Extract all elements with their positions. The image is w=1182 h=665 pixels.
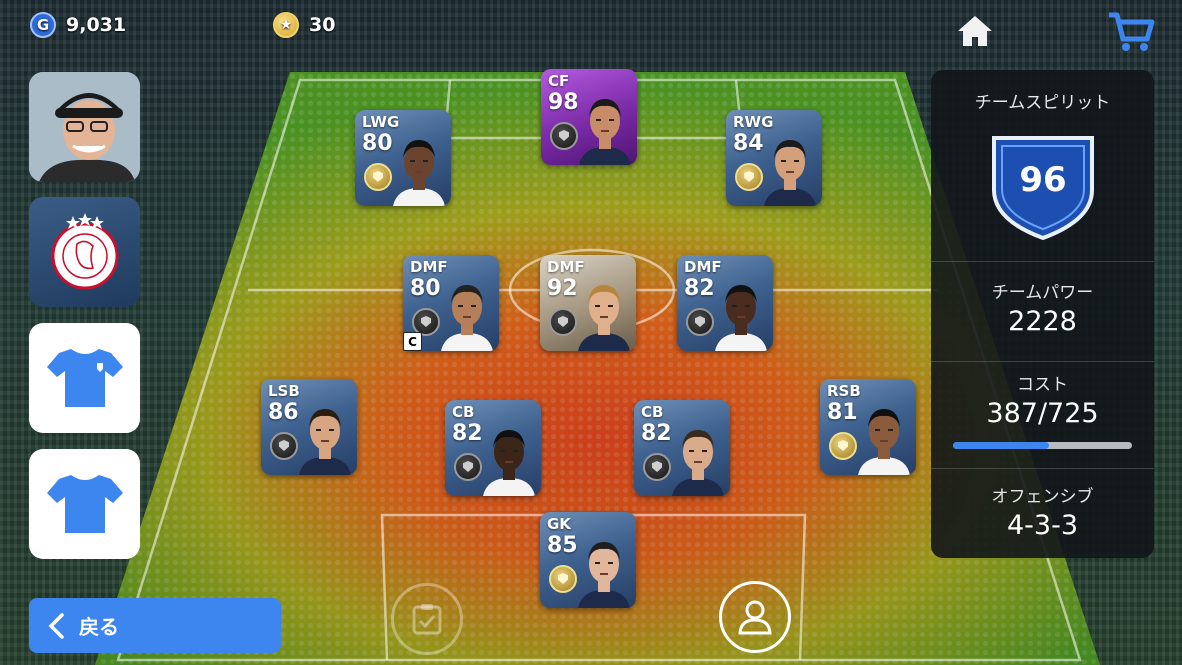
ajax-emblem-icon bbox=[51, 213, 118, 290]
player-position: CB bbox=[641, 403, 664, 421]
player-rating: 80 bbox=[410, 276, 441, 301]
away-kit-card[interactable] bbox=[29, 449, 140, 559]
player-rating: 84 bbox=[733, 131, 764, 156]
player-position: GK bbox=[547, 515, 571, 533]
player-rating: 98 bbox=[548, 90, 579, 115]
black-ball-icon bbox=[549, 308, 577, 336]
player-position: CB bbox=[452, 403, 475, 421]
coin-amount: 30 bbox=[309, 14, 336, 36]
player-card[interactable]: DMF 82 bbox=[677, 255, 773, 351]
player-card[interactable]: DMF 92 bbox=[540, 255, 636, 351]
player-portrait bbox=[299, 409, 351, 475]
player-rating: 82 bbox=[684, 276, 715, 301]
black-ball-icon bbox=[686, 308, 714, 336]
team-power-value: 2228 bbox=[1008, 306, 1077, 337]
player-card[interactable]: RSB 81 bbox=[820, 379, 916, 475]
player-position: CF bbox=[548, 72, 570, 90]
player-portrait bbox=[579, 99, 631, 165]
player-portrait bbox=[672, 430, 724, 496]
player-position: RWG bbox=[733, 113, 774, 131]
gold-ball-icon bbox=[364, 163, 392, 191]
black-ball-icon bbox=[550, 122, 578, 150]
player-position: DMF bbox=[684, 258, 722, 276]
player-portrait bbox=[764, 140, 816, 206]
player-card[interactable]: RWG 84 bbox=[726, 110, 822, 206]
manager-card[interactable] bbox=[29, 72, 140, 182]
player-rating: 82 bbox=[641, 421, 672, 446]
player-portrait bbox=[483, 430, 535, 496]
divider bbox=[931, 468, 1154, 469]
player-position: DMF bbox=[547, 258, 585, 276]
gold-ball-icon bbox=[829, 432, 857, 460]
cart-icon[interactable] bbox=[1106, 10, 1156, 58]
player-portrait bbox=[393, 140, 445, 206]
manager-portrait bbox=[29, 72, 140, 182]
player-card[interactable]: LWG 80 bbox=[355, 110, 451, 206]
team-spirit-shield: 96 bbox=[990, 134, 1096, 241]
divider bbox=[931, 261, 1154, 262]
gold-ball-icon bbox=[549, 565, 577, 593]
player-position: RSB bbox=[827, 382, 861, 400]
person-icon bbox=[738, 600, 772, 635]
player-rating: 82 bbox=[452, 421, 483, 446]
player-position: LSB bbox=[268, 382, 300, 400]
divider bbox=[931, 361, 1154, 362]
player-position: DMF bbox=[410, 258, 448, 276]
player-rating: 81 bbox=[827, 400, 858, 425]
gp-counter: G 9,031 bbox=[30, 12, 126, 38]
star-coin-icon: ★ bbox=[273, 12, 299, 38]
chevron-left-icon bbox=[48, 612, 64, 639]
player-portrait bbox=[578, 285, 630, 351]
black-ball-icon bbox=[643, 453, 671, 481]
cost-progress-fill bbox=[953, 442, 1049, 449]
player-portrait bbox=[858, 409, 910, 475]
black-ball-icon bbox=[454, 453, 482, 481]
shirt-icon bbox=[46, 349, 123, 407]
player-card[interactable]: GK 85 bbox=[540, 512, 636, 608]
player-card[interactable]: CB 82 bbox=[634, 400, 730, 496]
play-style-label: オフェンシブ bbox=[991, 487, 1094, 507]
formation-value: 4-3-3 bbox=[1006, 510, 1079, 541]
back-button[interactable]: 戻る bbox=[29, 598, 281, 653]
home-icon[interactable] bbox=[954, 10, 996, 56]
black-ball-icon bbox=[270, 432, 298, 460]
shirt-icon bbox=[46, 475, 123, 533]
gp-icon: G bbox=[30, 12, 56, 38]
cost-value: 387/725 bbox=[986, 398, 1099, 429]
player-card[interactable]: LSB 86 bbox=[261, 379, 357, 475]
player-rating: 80 bbox=[362, 131, 393, 156]
club-emblem-card[interactable] bbox=[29, 197, 140, 307]
cost-progress-bar bbox=[953, 442, 1132, 449]
clipboard-check-icon bbox=[412, 604, 442, 635]
gold-ball-icon bbox=[735, 163, 763, 191]
player-rating: 92 bbox=[547, 276, 578, 301]
cost-label: コスト bbox=[1017, 375, 1068, 395]
player-card[interactable]: CF 98 bbox=[541, 69, 637, 165]
home-kit-card[interactable] bbox=[29, 323, 140, 433]
back-label: 戻る bbox=[79, 615, 119, 639]
player-rating: 86 bbox=[268, 400, 299, 425]
team-power-label: チームパワー bbox=[991, 283, 1094, 303]
player-rating: 85 bbox=[547, 533, 578, 558]
player-portrait bbox=[715, 285, 767, 351]
team-spirit-value: 96 bbox=[1019, 160, 1067, 200]
player-portrait bbox=[578, 542, 630, 608]
coin-counter: ★ 30 bbox=[273, 12, 335, 38]
gp-amount: 9,031 bbox=[66, 14, 127, 36]
player-card[interactable]: CB 82 bbox=[445, 400, 541, 496]
player-profile-button[interactable] bbox=[719, 581, 791, 653]
captain-badge: C bbox=[403, 332, 422, 351]
player-position: LWG bbox=[362, 113, 400, 131]
save-formation-button[interactable] bbox=[391, 583, 463, 655]
team-spirit-label: チームスピリット bbox=[974, 93, 1111, 113]
player-portrait bbox=[441, 285, 493, 351]
team-stats-panel: チームスピリット 96 チームパワー 2228 コスト 387/725 オフェン… bbox=[931, 70, 1154, 558]
